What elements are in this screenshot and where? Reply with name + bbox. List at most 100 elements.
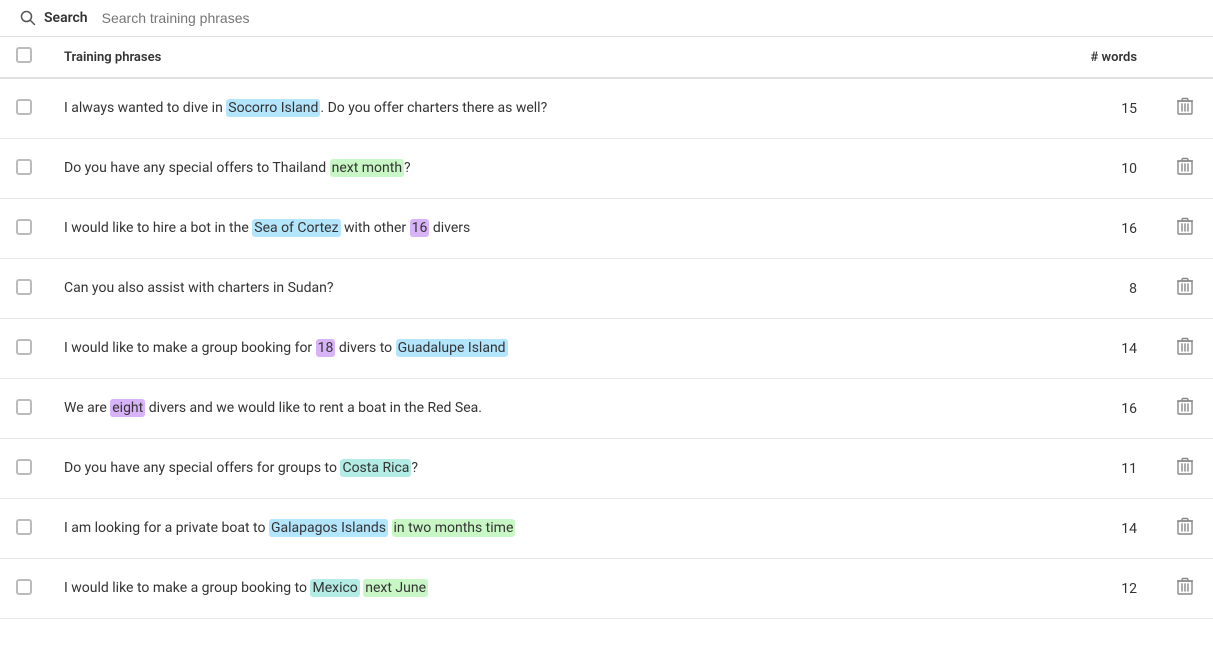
delete-button[interactable]: [1173, 273, 1197, 304]
phrase-text: I am looking for a private boat to: [64, 520, 269, 536]
search-icon: [20, 10, 36, 26]
phrase-tag-purple: 18: [316, 339, 336, 357]
row-checkbox[interactable]: [16, 519, 32, 535]
delete-button[interactable]: [1173, 513, 1197, 544]
phrase-text: divers: [429, 220, 470, 236]
row-checkbox-cell: [0, 499, 48, 559]
phrase-tag-teal: Mexico: [310, 579, 359, 597]
phrase-text: I would like to make a group booking for: [64, 340, 316, 356]
row-checkbox[interactable]: [16, 159, 32, 175]
words-cell: 10: [1004, 139, 1157, 199]
phrase-text: We are: [64, 400, 110, 416]
delete-button[interactable]: [1173, 393, 1197, 424]
phrase-cell: I always wanted to dive in Socorro Islan…: [48, 78, 1004, 139]
phrase-cell: Do you have any special offers for group…: [48, 439, 1004, 499]
table-header-row: Training phrases # words: [0, 37, 1213, 78]
search-input[interactable]: [102, 10, 1193, 26]
row-checkbox-cell: [0, 379, 48, 439]
row-checkbox-cell: [0, 139, 48, 199]
delete-button[interactable]: [1173, 333, 1197, 364]
table-row: I would like to make a group booking for…: [0, 319, 1213, 379]
phrase-cell: Can you also assist with charters in Sud…: [48, 259, 1004, 319]
phrase-text: ?: [411, 460, 418, 476]
header-checkbox-col: [0, 37, 48, 78]
phrase-tag-green: next June: [363, 579, 428, 597]
row-checkbox-cell: [0, 319, 48, 379]
phrase-text: . Do you offer charters there as well?: [320, 100, 547, 116]
phrase-text: with other: [341, 220, 410, 236]
phrase-cell: I would like to make a group booking for…: [48, 319, 1004, 379]
header-phrase-col: Training phrases: [48, 37, 1004, 78]
delete-button[interactable]: [1173, 213, 1197, 244]
phrase-text: Do you have any special offers to Thaila…: [64, 160, 330, 176]
row-checkbox-cell: [0, 78, 48, 139]
table-row: I am looking for a private boat to Galap…: [0, 499, 1213, 559]
row-checkbox[interactable]: [16, 339, 32, 355]
delete-button[interactable]: [1173, 153, 1197, 184]
phrase-text: I would like to make a group booking to: [64, 580, 310, 596]
phrase-text: divers and we would like to rent a boat …: [145, 400, 482, 416]
delete-button[interactable]: [1173, 93, 1197, 124]
action-cell: [1157, 78, 1213, 139]
row-checkbox-cell: [0, 439, 48, 499]
phrase-cell: I would like to make a group booking to …: [48, 559, 1004, 619]
row-checkbox[interactable]: [16, 579, 32, 595]
header-checkbox[interactable]: [16, 47, 32, 63]
table-row: I would like to make a group booking to …: [0, 559, 1213, 619]
action-cell: [1157, 379, 1213, 439]
words-cell: 14: [1004, 499, 1157, 559]
phrase-tag-blue: Guadalupe Island: [396, 339, 508, 357]
phrase-cell: Do you have any special offers to Thaila…: [48, 139, 1004, 199]
phrase-tag-blue: Socorro Island: [226, 99, 320, 117]
row-checkbox[interactable]: [16, 219, 32, 235]
table-row: Do you have any special offers for group…: [0, 439, 1213, 499]
row-checkbox[interactable]: [16, 459, 32, 475]
words-cell: 14: [1004, 319, 1157, 379]
action-cell: [1157, 499, 1213, 559]
row-checkbox-cell: [0, 199, 48, 259]
training-phrases-table: Training phrases # words I always wanted…: [0, 37, 1213, 619]
table-row: We are eight divers and we would like to…: [0, 379, 1213, 439]
header-words-col: # words: [1004, 37, 1157, 78]
row-checkbox[interactable]: [16, 99, 32, 115]
phrase-text: [388, 520, 391, 536]
action-cell: [1157, 439, 1213, 499]
phrase-cell: I am looking for a private boat to Galap…: [48, 499, 1004, 559]
table-row: I always wanted to dive in Socorro Islan…: [0, 78, 1213, 139]
header-action-col: [1157, 37, 1213, 78]
action-cell: [1157, 559, 1213, 619]
words-cell: 12: [1004, 559, 1157, 619]
phrase-cell: I would like to hire a bot in the Sea of…: [48, 199, 1004, 259]
words-cell: 11: [1004, 439, 1157, 499]
words-cell: 16: [1004, 379, 1157, 439]
search-bar: Search: [0, 0, 1213, 37]
row-checkbox-cell: [0, 259, 48, 319]
phrase-text: I always wanted to dive in: [64, 100, 226, 116]
delete-button[interactable]: [1173, 573, 1197, 604]
phrase-text: ?: [404, 160, 411, 176]
table-row: Do you have any special offers to Thaila…: [0, 139, 1213, 199]
row-checkbox[interactable]: [16, 399, 32, 415]
phrase-tag-blue: Sea of Cortez: [252, 219, 340, 237]
table-row: I would like to hire a bot in the Sea of…: [0, 199, 1213, 259]
delete-button[interactable]: [1173, 453, 1197, 484]
row-checkbox-cell: [0, 559, 48, 619]
action-cell: [1157, 319, 1213, 379]
phrase-tag-purple: 16: [410, 219, 430, 237]
phrase-text: Can you also assist with charters in Sud…: [64, 280, 333, 296]
action-cell: [1157, 259, 1213, 319]
words-cell: 8: [1004, 259, 1157, 319]
words-cell: 16: [1004, 199, 1157, 259]
row-checkbox[interactable]: [16, 279, 32, 295]
phrase-tag-teal: Costa Rica: [340, 459, 411, 477]
phrase-text: Do you have any special offers for group…: [64, 460, 340, 476]
phrase-text: I would like to hire a bot in the: [64, 220, 252, 236]
phrase-text: divers to: [335, 340, 395, 356]
phrase-cell: We are eight divers and we would like to…: [48, 379, 1004, 439]
phrase-tag-green: next month: [330, 159, 404, 177]
phrase-tag-green: in two months time: [392, 519, 516, 537]
words-cell: 15: [1004, 78, 1157, 139]
table-row: Can you also assist with charters in Sud…: [0, 259, 1213, 319]
phrase-tag-purple: eight: [110, 399, 145, 417]
action-cell: [1157, 139, 1213, 199]
